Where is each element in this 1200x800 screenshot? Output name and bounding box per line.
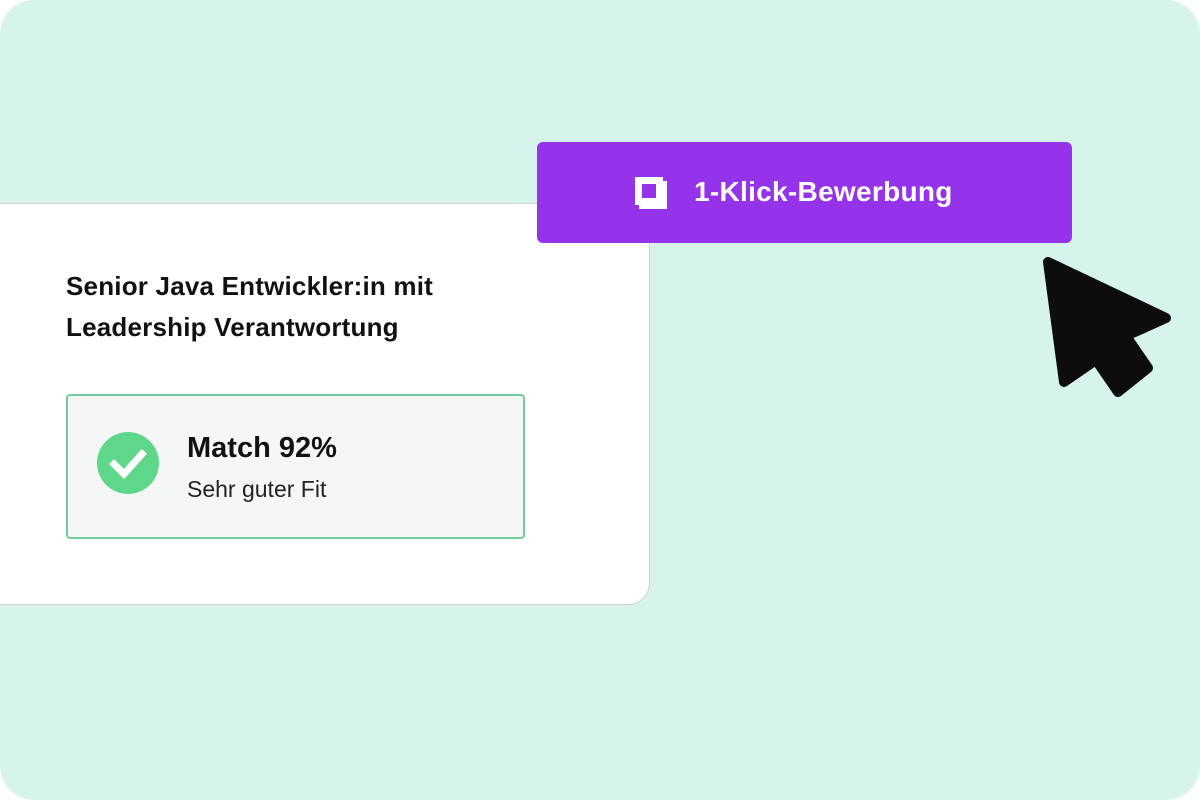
one-click-apply-button[interactable]: 1-Klick-Bewerbung bbox=[537, 142, 1072, 243]
job-card[interactable]: Senior Java Entwickler:in mit Leadership… bbox=[0, 203, 650, 605]
apply-button-label: 1-Klick-Bewerbung bbox=[694, 176, 953, 207]
square-icon bbox=[635, 177, 667, 209]
match-subtitle: Sehr guter Fit bbox=[187, 476, 327, 502]
match-title: Match 92% bbox=[187, 432, 337, 464]
job-title: Senior Java Entwickler:in mit Leadership… bbox=[66, 271, 434, 342]
mouse-pointer-icon bbox=[1043, 257, 1171, 397]
match-box: Match 92% Sehr guter Fit bbox=[66, 394, 525, 539]
check-circle-icon bbox=[97, 432, 159, 494]
canvas: Senior Java Entwickler:in mit Leadership… bbox=[0, 0, 1200, 800]
